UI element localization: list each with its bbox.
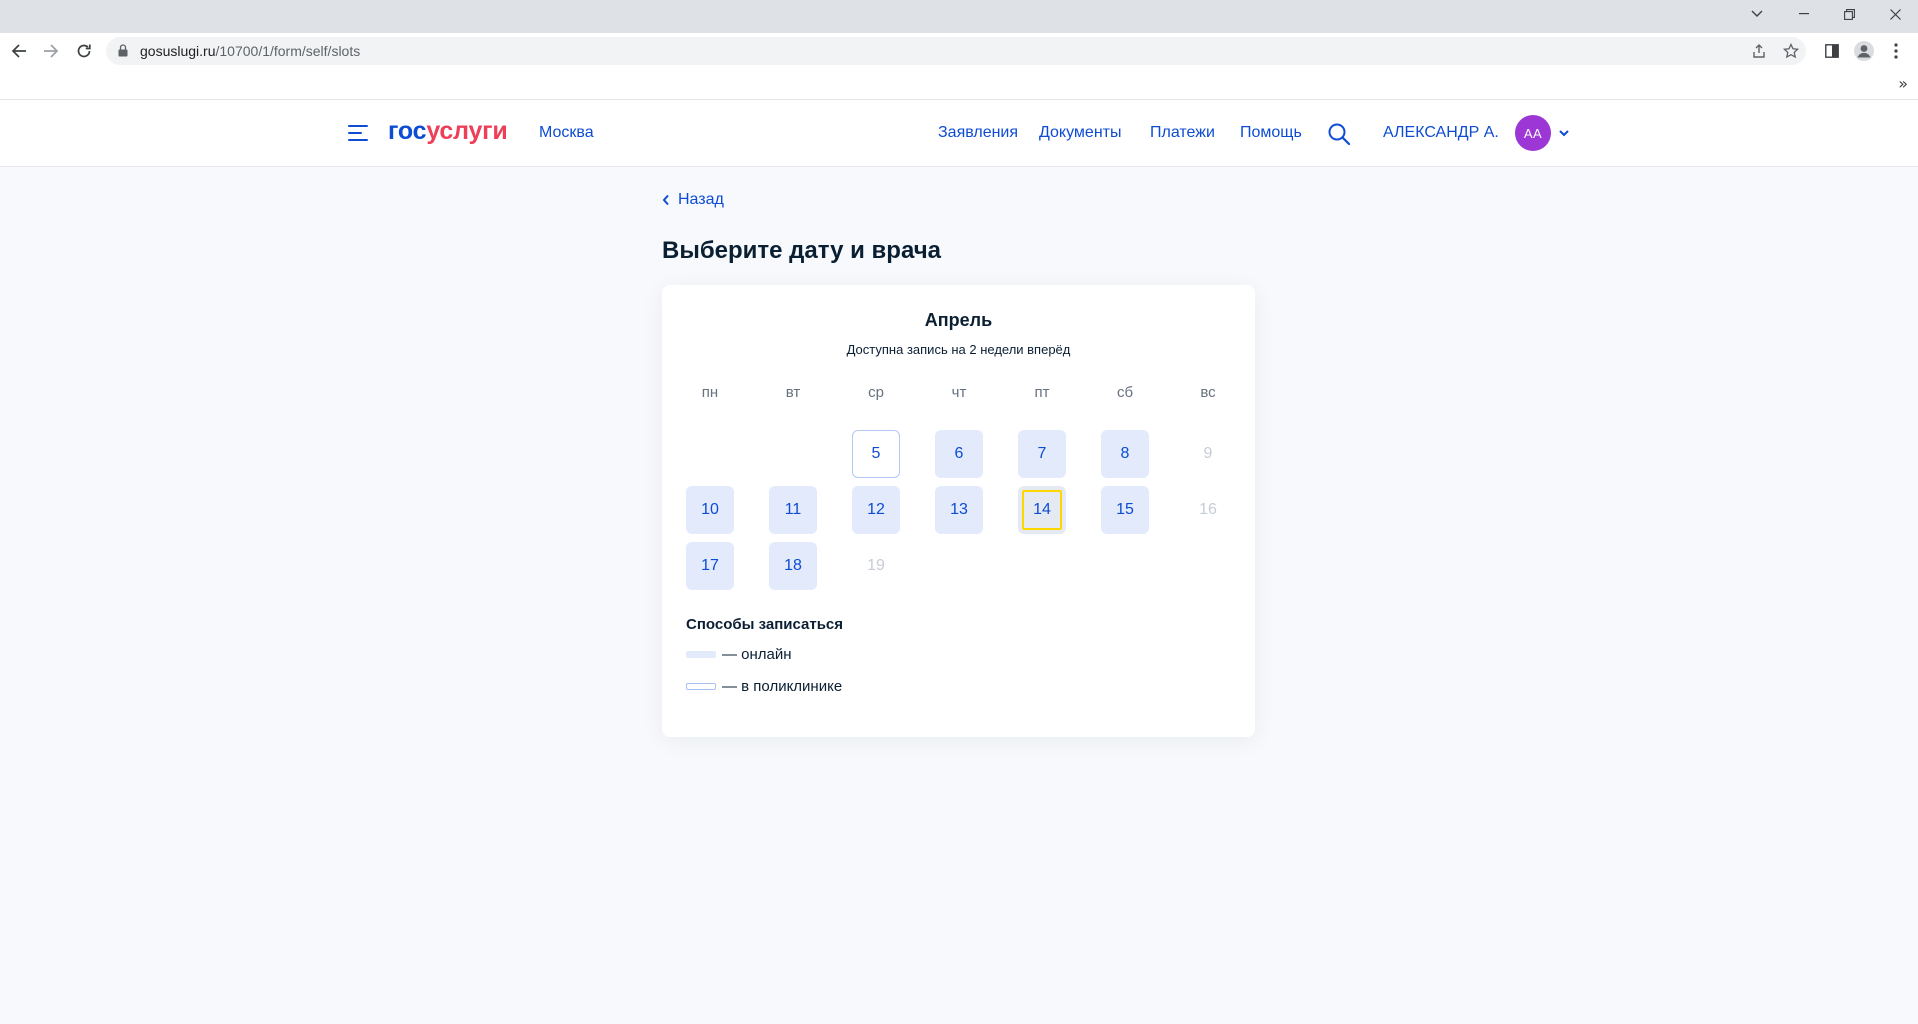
address-bar[interactable]: gosuslugi.ru/10700/1/form/self/slots <box>106 37 1806 65</box>
gosuslugi-logo[interactable]: госуслуги <box>388 117 508 146</box>
calendar-hint: Доступна запись на 2 недели вперёд <box>846 342 1071 357</box>
calendar-day-5[interactable]: 5 <box>852 430 900 478</box>
calendar-day-7[interactable]: 7 <box>1018 430 1066 478</box>
legend-clinic-label: — в поликлинике <box>722 678 843 695</box>
back-link[interactable]: Назад <box>662 191 724 209</box>
legend-title: Способы записаться <box>686 616 844 633</box>
bookmarks-overflow-button[interactable]: » <box>1898 74 1908 93</box>
close-icon[interactable] <box>1873 0 1918 28</box>
city-selector[interactable]: Москва <box>539 124 594 142</box>
browser-titlebar <box>0 0 1918 33</box>
legend-online-label: — онлайн <box>722 646 792 663</box>
nav-applications[interactable]: Заявления <box>938 124 1018 142</box>
user-name[interactable]: АЛЕКСАНДР А. <box>1383 124 1499 142</box>
weekday-label: сб <box>1116 384 1134 401</box>
search-icon[interactable] <box>1327 122 1351 146</box>
avatar[interactable]: АА <box>1515 115 1551 151</box>
calendar-day-10[interactable]: 10 <box>686 486 734 534</box>
weekday-label: чт <box>951 384 967 401</box>
legend-online: — онлайн <box>686 646 792 663</box>
legend-clinic-swatch <box>686 683 716 690</box>
nav-payments[interactable]: Платежи <box>1150 124 1215 142</box>
chevron-left-icon <box>662 194 669 206</box>
calendar-day-17[interactable]: 17 <box>686 542 734 590</box>
tab-search-icon[interactable] <box>1734 0 1779 28</box>
back-link-label: Назад <box>678 191 724 208</box>
restore-icon[interactable] <box>1827 0 1872 28</box>
url-text: gosuslugi.ru/10700/1/form/self/slots <box>140 43 361 59</box>
calendar-day-8[interactable]: 8 <box>1101 430 1149 478</box>
legend-online-swatch <box>686 651 716 658</box>
legend-clinic: — в поликлинике <box>686 678 842 695</box>
calendar-day-15[interactable]: 15 <box>1101 486 1149 534</box>
profile-icon[interactable] <box>1851 38 1877 64</box>
weekday-label: пт <box>1034 384 1050 401</box>
bookmarks-bar: » <box>0 69 1918 100</box>
chevron-down-icon[interactable] <box>1557 126 1571 140</box>
lock-icon[interactable] <box>118 44 128 62</box>
calendar-day-14[interactable]: 14 <box>1018 486 1066 534</box>
site-header: госуслуги Москва Заявления Документы Пла… <box>0 100 1918 167</box>
side-panel-icon[interactable] <box>1819 38 1845 64</box>
calendar-day-19: 19 <box>867 557 885 574</box>
bookmark-star-icon[interactable] <box>1781 41 1801 61</box>
page-title: Выберите дату и врача <box>662 237 941 264</box>
weekday-label: вс <box>1200 384 1216 401</box>
calendar-month: Апрель <box>924 310 993 330</box>
browser-menu-icon[interactable] <box>1883 38 1909 64</box>
menu-burger-icon[interactable] <box>348 123 370 143</box>
browser-toolbar: gosuslugi.ru/10700/1/form/self/slots <box>0 33 1918 69</box>
calendar-card: Апрель Доступна запись на 2 недели вперё… <box>662 285 1255 737</box>
calendar-day-11[interactable]: 11 <box>769 486 817 534</box>
back-arrow-icon[interactable] <box>6 38 32 64</box>
reload-icon[interactable] <box>71 38 97 64</box>
nav-help[interactable]: Помощь <box>1240 124 1302 142</box>
calendar-day-12[interactable]: 12 <box>852 486 900 534</box>
weekday-label: вт <box>785 384 801 401</box>
weekday-label: ср <box>868 384 884 401</box>
calendar-day-6[interactable]: 6 <box>935 430 983 478</box>
weekday-label: пн <box>701 384 719 401</box>
share-icon[interactable] <box>1749 41 1769 61</box>
calendar-day-13[interactable]: 13 <box>935 486 983 534</box>
calendar-day-16: 16 <box>1199 501 1217 518</box>
minimize-icon[interactable] <box>1781 0 1826 28</box>
forward-arrow-icon[interactable] <box>38 38 64 64</box>
calendar-day-9: 9 <box>1203 445 1213 462</box>
calendar-day-18[interactable]: 18 <box>769 542 817 590</box>
nav-documents[interactable]: Документы <box>1039 124 1121 142</box>
